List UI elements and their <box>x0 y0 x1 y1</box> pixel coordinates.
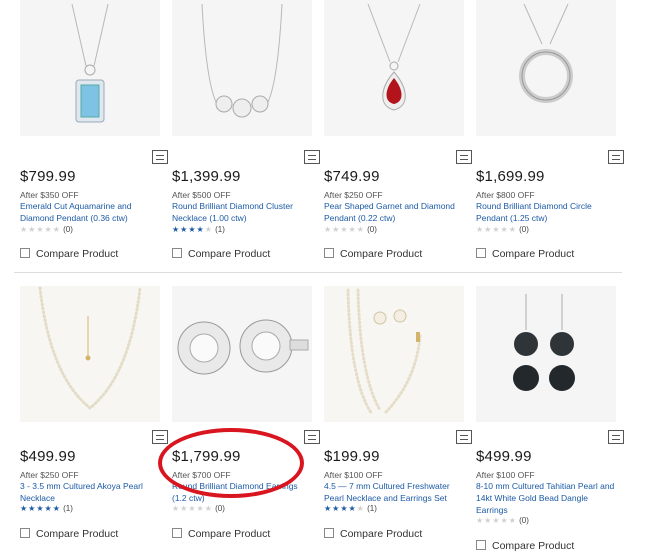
compare-product-checkbox[interactable]: Compare Product <box>324 248 422 260</box>
product-price: $499.99 <box>20 448 76 465</box>
rating: ★★★★★ (1) <box>324 504 377 513</box>
rating: ★★★★★ (1) <box>20 504 73 513</box>
review-count[interactable]: (1) <box>215 225 225 234</box>
product-image[interactable] <box>324 286 464 422</box>
product-image[interactable] <box>172 286 312 422</box>
product-image[interactable] <box>172 0 312 136</box>
product-price: $1,399.99 <box>172 168 241 185</box>
quick-view-icon[interactable] <box>152 430 168 444</box>
discount-text: After $100 OFF <box>324 470 383 480</box>
compare-product-checkbox[interactable]: Compare Product <box>476 540 574 552</box>
rating: ★★★★★ (0) <box>324 225 377 234</box>
rating: ★★★★★ (0) <box>476 225 529 234</box>
discount-text: After $100 OFF <box>476 470 535 480</box>
garnet-pendant-icon <box>324 0 464 136</box>
product-image[interactable] <box>20 286 160 422</box>
product-price: $749.99 <box>324 168 380 185</box>
product-grid: $799.99 After $350 OFF Emerald Cut Aquam… <box>0 0 660 558</box>
quick-view-icon[interactable] <box>152 150 168 164</box>
star-rating-icon: ★★★★★ <box>324 225 365 234</box>
review-count[interactable]: (1) <box>63 504 73 513</box>
compare-product-checkbox[interactable]: Compare Product <box>20 248 118 260</box>
compare-product-checkbox[interactable]: Compare Product <box>324 528 422 540</box>
diamond-earrings-icon <box>172 286 312 422</box>
product-name-link[interactable]: Round Brilliant Diamond Circle Pendant (… <box>476 200 616 224</box>
product-name-link[interactable]: Round Brilliant Diamond Earrings (1.2 ct… <box>172 480 312 504</box>
checkbox-icon[interactable] <box>172 248 182 258</box>
diamond-cluster-necklace-icon <box>172 0 312 136</box>
product-name-link[interactable]: 4.5 — 7 mm Cultured Freshwater Pearl Nec… <box>324 480 464 504</box>
discount-text: After $350 OFF <box>20 190 79 200</box>
tahitian-pearl-earrings-icon <box>476 286 616 422</box>
compare-product-checkbox[interactable]: Compare Product <box>172 528 270 540</box>
review-count[interactable]: (1) <box>367 504 377 513</box>
rating: ★★★★★ (0) <box>20 225 73 234</box>
product-name-link[interactable]: 3 - 3.5 mm Cultured Akoya Pearl Necklace <box>20 480 160 504</box>
quick-view-icon[interactable] <box>304 150 320 164</box>
diamond-circle-pendant-icon <box>476 0 616 136</box>
compare-product-checkbox[interactable]: Compare Product <box>476 248 574 260</box>
discount-text: After $250 OFF <box>324 190 383 200</box>
product-price: $1,799.99 <box>172 448 241 465</box>
checkbox-icon[interactable] <box>476 540 486 550</box>
discount-text: After $250 OFF <box>20 470 79 480</box>
product-price: $799.99 <box>20 168 76 185</box>
checkbox-icon[interactable] <box>20 248 30 258</box>
rating: ★★★★★ (0) <box>476 516 529 525</box>
compare-product-checkbox[interactable]: Compare Product <box>20 528 118 540</box>
discount-text: After $700 OFF <box>172 470 231 480</box>
product-image[interactable] <box>20 0 160 136</box>
akoya-pearl-necklace-icon <box>20 286 160 422</box>
checkbox-icon[interactable] <box>476 248 486 258</box>
product-price: $199.99 <box>324 448 380 465</box>
rating: ★★★★★ (0) <box>172 504 225 513</box>
product-image[interactable] <box>476 286 616 422</box>
freshwater-pearl-set-icon <box>324 286 464 422</box>
aquamarine-pendant-icon <box>20 0 160 136</box>
quick-view-icon[interactable] <box>304 430 320 444</box>
star-rating-icon: ★★★★★ <box>476 516 517 525</box>
checkbox-icon[interactable] <box>324 528 334 538</box>
discount-text: After $800 OFF <box>476 190 535 200</box>
product-image[interactable] <box>324 0 464 136</box>
product-price: $1,699.99 <box>476 168 545 185</box>
product-name-link[interactable]: Round Brilliant Diamond Cluster Necklace… <box>172 200 312 224</box>
product-name-link[interactable]: 8-10 mm Cultured Tahitian Pearl and 14kt… <box>476 480 616 516</box>
compare-product-checkbox[interactable]: Compare Product <box>172 248 270 260</box>
checkbox-icon[interactable] <box>20 528 30 538</box>
review-count[interactable]: (0) <box>519 516 529 525</box>
row-divider <box>14 272 622 273</box>
star-rating-icon: ★★★★★ <box>476 225 517 234</box>
product-image[interactable] <box>476 0 616 136</box>
quick-view-icon[interactable] <box>456 150 472 164</box>
discount-text: After $500 OFF <box>172 190 231 200</box>
product-price: $499.99 <box>476 448 532 465</box>
checkbox-icon[interactable] <box>324 248 334 258</box>
review-count[interactable]: (0) <box>63 225 73 234</box>
quick-view-icon[interactable] <box>456 430 472 444</box>
star-rating-icon: ★★★★★ <box>324 504 365 513</box>
checkbox-icon[interactable] <box>172 528 182 538</box>
product-name-link[interactable]: Pear Shaped Garnet and Diamond Pendant (… <box>324 200 464 224</box>
review-count[interactable]: (0) <box>215 504 225 513</box>
star-rating-icon: ★★★★★ <box>20 225 61 234</box>
review-count[interactable]: (0) <box>367 225 377 234</box>
quick-view-icon[interactable] <box>608 150 624 164</box>
star-rating-icon: ★★★★★ <box>20 504 61 513</box>
product-name-link[interactable]: Emerald Cut Aquamarine and Diamond Penda… <box>20 200 160 224</box>
rating: ★★★★★ (1) <box>172 225 225 234</box>
star-rating-icon: ★★★★★ <box>172 225 213 234</box>
star-rating-icon: ★★★★★ <box>172 504 213 513</box>
review-count[interactable]: (0) <box>519 225 529 234</box>
quick-view-icon[interactable] <box>608 430 624 444</box>
